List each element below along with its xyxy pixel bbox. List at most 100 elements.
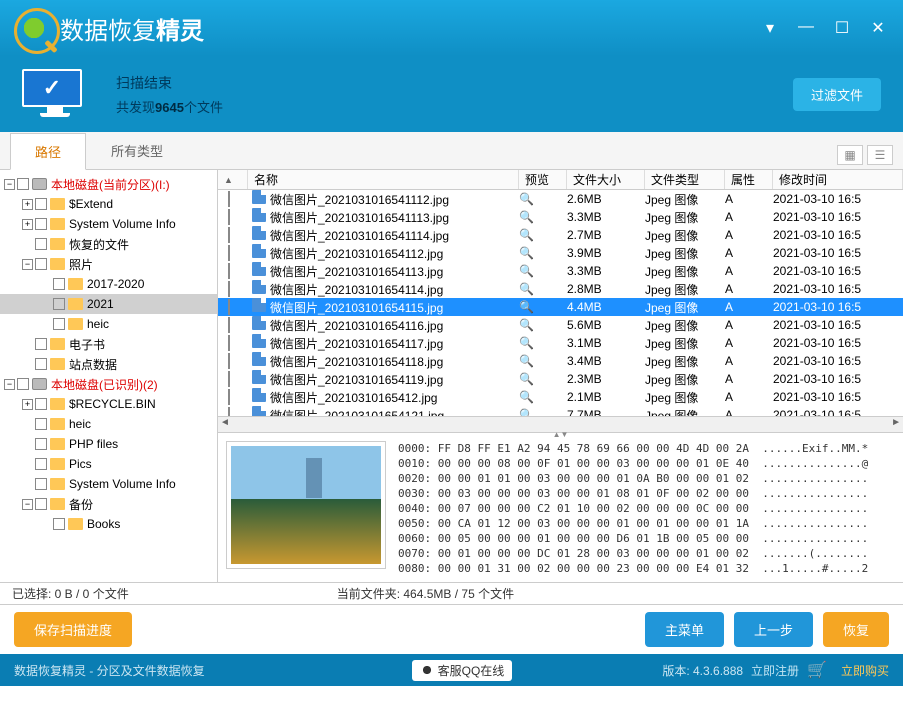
view-grid-button[interactable]: ▦ <box>837 145 863 165</box>
file-checkbox[interactable] <box>228 317 230 333</box>
file-row[interactable]: 微信图片_202103101654113.jpg🔍3.3MBJpeg 图像A20… <box>218 262 903 280</box>
register-link[interactable]: 立即注册 <box>751 662 799 679</box>
tree-node[interactable]: 站点数据 <box>0 354 217 374</box>
preview-search-icon[interactable]: 🔍 <box>519 318 534 332</box>
maximize-button[interactable]: ☐ <box>833 18 851 38</box>
preview-search-icon[interactable]: 🔍 <box>519 354 534 368</box>
tree-checkbox[interactable] <box>53 518 65 530</box>
tree-node[interactable]: −照片 <box>0 254 217 274</box>
tree-checkbox[interactable] <box>35 358 47 370</box>
expand-icon[interactable]: + <box>22 219 33 230</box>
file-checkbox[interactable] <box>228 371 230 387</box>
qq-support-button[interactable]: 客服QQ在线 <box>412 660 513 681</box>
tree-node[interactable]: +$RECYCLE.BIN <box>0 394 217 414</box>
file-row[interactable]: 微信图片_202103101654118.jpg🔍3.4MBJpeg 图像A20… <box>218 352 903 370</box>
expand-icon[interactable]: − <box>4 379 15 390</box>
tree-checkbox[interactable] <box>35 458 47 470</box>
file-row[interactable]: 微信图片_202103101654114.jpg🔍2.8MBJpeg 图像A20… <box>218 280 903 298</box>
filter-files-button[interactable]: 过滤文件 <box>793 78 881 111</box>
header-name[interactable]: 名称 <box>248 170 519 189</box>
file-checkbox[interactable] <box>228 353 230 369</box>
tree-checkbox[interactable] <box>35 498 47 510</box>
file-checkbox[interactable] <box>228 335 230 351</box>
expand-icon[interactable]: + <box>22 399 33 410</box>
header-attr[interactable]: 属性 <box>725 170 773 189</box>
header-type[interactable]: 文件类型 <box>645 170 725 189</box>
expand-icon[interactable]: − <box>22 259 33 270</box>
preview-search-icon[interactable]: 🔍 <box>519 408 534 416</box>
tree-checkbox[interactable] <box>35 218 47 230</box>
preview-search-icon[interactable]: 🔍 <box>519 372 534 386</box>
file-row[interactable]: 微信图片_202103101654115.jpg🔍4.4MBJpeg 图像A20… <box>218 298 903 316</box>
preview-search-icon[interactable]: 🔍 <box>519 210 534 224</box>
tree-checkbox[interactable] <box>35 478 47 490</box>
tree-checkbox[interactable] <box>53 278 65 290</box>
tree-checkbox[interactable] <box>17 378 29 390</box>
dropdown-icon[interactable]: ▾ <box>761 18 779 38</box>
tree-checkbox[interactable] <box>53 318 65 330</box>
file-row[interactable]: 微信图片_202103101654116.jpg🔍5.6MBJpeg 图像A20… <box>218 316 903 334</box>
expand-icon[interactable]: − <box>4 179 15 190</box>
preview-search-icon[interactable]: 🔍 <box>519 228 534 242</box>
header-preview[interactable]: 预览 <box>519 170 567 189</box>
cart-icon[interactable]: 🛒 <box>807 660 827 680</box>
tree-node[interactable]: heic <box>0 314 217 334</box>
file-checkbox[interactable] <box>228 389 230 405</box>
tree-checkbox[interactable] <box>53 298 65 310</box>
tree-node[interactable]: 2021 <box>0 294 217 314</box>
recover-button[interactable]: 恢复 <box>823 612 889 647</box>
file-checkbox[interactable] <box>228 245 230 261</box>
file-row[interactable]: 微信图片_2021031016541114.jpg🔍2.7MBJpeg 图像A2… <box>218 226 903 244</box>
tree-checkbox[interactable] <box>35 338 47 350</box>
expand-icon[interactable]: − <box>22 499 33 510</box>
tree-node[interactable]: System Volume Info <box>0 474 217 494</box>
close-button[interactable]: ✕ <box>869 18 887 38</box>
minimize-button[interactable]: — <box>797 18 815 38</box>
prev-step-button[interactable]: 上一步 <box>734 612 813 647</box>
tab-path[interactable]: 路径 <box>10 133 86 170</box>
tree-node[interactable]: +System Volume Info <box>0 214 217 234</box>
tree-node[interactable]: −备份 <box>0 494 217 514</box>
expand-icon[interactable]: + <box>22 199 33 210</box>
tree-node[interactable]: heic <box>0 414 217 434</box>
preview-search-icon[interactable]: 🔍 <box>519 282 534 296</box>
preview-search-icon[interactable]: 🔍 <box>519 192 534 206</box>
tree-checkbox[interactable] <box>17 178 29 190</box>
main-menu-button[interactable]: 主菜单 <box>645 612 724 647</box>
tree-node[interactable]: Books <box>0 514 217 534</box>
tree-node[interactable]: +$Extend <box>0 194 217 214</box>
preview-search-icon[interactable]: 🔍 <box>519 336 534 350</box>
file-checkbox[interactable] <box>228 263 230 279</box>
file-checkbox[interactable] <box>228 191 230 207</box>
file-row[interactable]: 微信图片_20210310165412.jpg🔍2.1MBJpeg 图像A202… <box>218 388 903 406</box>
preview-search-icon[interactable]: 🔍 <box>519 246 534 260</box>
tree-checkbox[interactable] <box>35 198 47 210</box>
resize-grip-icon[interactable]: ▲▼ <box>553 430 569 439</box>
preview-search-icon[interactable]: 🔍 <box>519 300 534 314</box>
file-row[interactable]: 微信图片_202103101654119.jpg🔍2.3MBJpeg 图像A20… <box>218 370 903 388</box>
file-row[interactable]: 微信图片_2021031016541113.jpg🔍3.3MBJpeg 图像A2… <box>218 208 903 226</box>
buy-link[interactable]: 立即购买 <box>841 662 889 679</box>
file-row[interactable]: 微信图片_202103101654112.jpg🔍3.9MBJpeg 图像A20… <box>218 244 903 262</box>
header-checkbox-col[interactable]: ▲ <box>218 170 248 189</box>
view-list-button[interactable]: ☰ <box>867 145 893 165</box>
tab-all-types[interactable]: 所有类型 <box>86 132 188 169</box>
file-row[interactable]: 微信图片_202103101654117.jpg🔍3.1MBJpeg 图像A20… <box>218 334 903 352</box>
preview-search-icon[interactable]: 🔍 <box>519 264 534 278</box>
tree-checkbox[interactable] <box>35 398 47 410</box>
tree-checkbox[interactable] <box>35 238 47 250</box>
file-checkbox[interactable] <box>228 209 230 225</box>
tree-node[interactable]: PHP files <box>0 434 217 454</box>
tree-checkbox[interactable] <box>35 258 47 270</box>
file-row[interactable]: 微信图片_2021031016541112.jpg🔍2.6MBJpeg 图像A2… <box>218 190 903 208</box>
tree-node[interactable]: Pics <box>0 454 217 474</box>
tree-checkbox[interactable] <box>35 438 47 450</box>
preview-search-icon[interactable]: 🔍 <box>519 390 534 404</box>
file-checkbox[interactable] <box>228 299 230 315</box>
header-size[interactable]: 文件大小 <box>567 170 645 189</box>
tree-checkbox[interactable] <box>35 418 47 430</box>
tree-node[interactable]: 电子书 <box>0 334 217 354</box>
tree-node[interactable]: −本地磁盘(当前分区)(I:) <box>0 174 217 194</box>
file-checkbox[interactable] <box>228 281 230 297</box>
tree-node[interactable]: 2017-2020 <box>0 274 217 294</box>
